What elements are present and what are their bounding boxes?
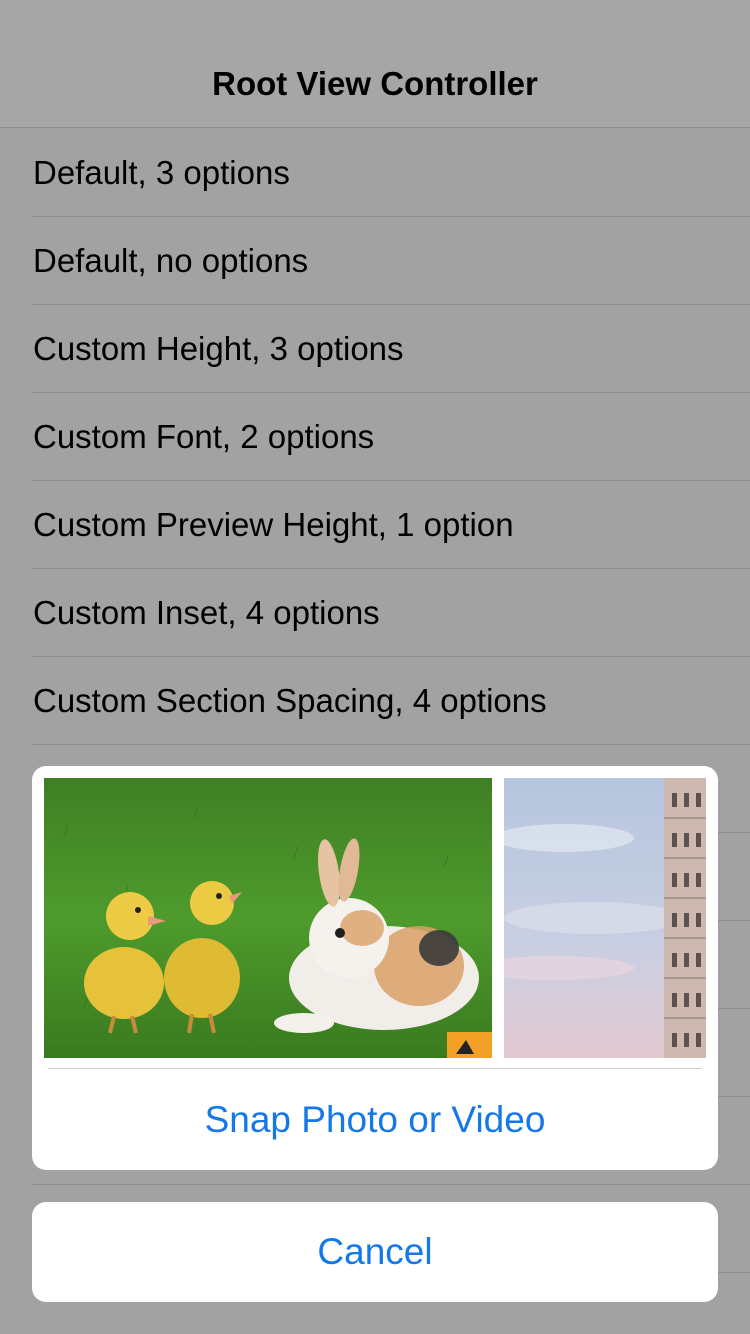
ducklings-rabbit-photo: [44, 778, 492, 1058]
photo-preview-strip[interactable]: [32, 766, 718, 1068]
table-row[interactable]: Default, 3 options: [0, 129, 750, 217]
row-label: Custom Height, 3 options: [33, 330, 404, 367]
table-row[interactable]: Default, no options: [0, 217, 750, 305]
photo-thumbnail[interactable]: [44, 778, 492, 1058]
snap-photo-button[interactable]: Snap Photo or Video: [32, 1069, 718, 1170]
row-label: Custom Inset, 4 options: [33, 594, 380, 631]
navigation-bar: Root View Controller: [0, 0, 750, 128]
row-label: Default, 3 options: [33, 154, 290, 191]
table-row[interactable]: Custom Preview Height, 1 option: [0, 481, 750, 569]
table-row[interactable]: Custom Section Spacing, 4 options: [0, 657, 750, 745]
row-label: Custom Preview Height, 1 option: [33, 506, 514, 543]
cancel-button[interactable]: Cancel: [32, 1202, 718, 1302]
table-row[interactable]: Custom Inset, 4 options: [0, 569, 750, 657]
row-label: Custom Font, 2 options: [33, 418, 375, 455]
page-title: Root View Controller: [212, 65, 538, 102]
photo-thumbnail[interactable]: [504, 778, 706, 1058]
row-label: Custom Section Spacing, 4 options: [33, 682, 547, 719]
tower-photo: [504, 778, 706, 1058]
table-row[interactable]: Custom Height, 3 options: [0, 305, 750, 393]
action-sheet: Snap Photo or Video: [32, 766, 718, 1170]
table-row[interactable]: Custom Font, 2 options: [0, 393, 750, 481]
row-label: Default, no options: [33, 242, 309, 279]
